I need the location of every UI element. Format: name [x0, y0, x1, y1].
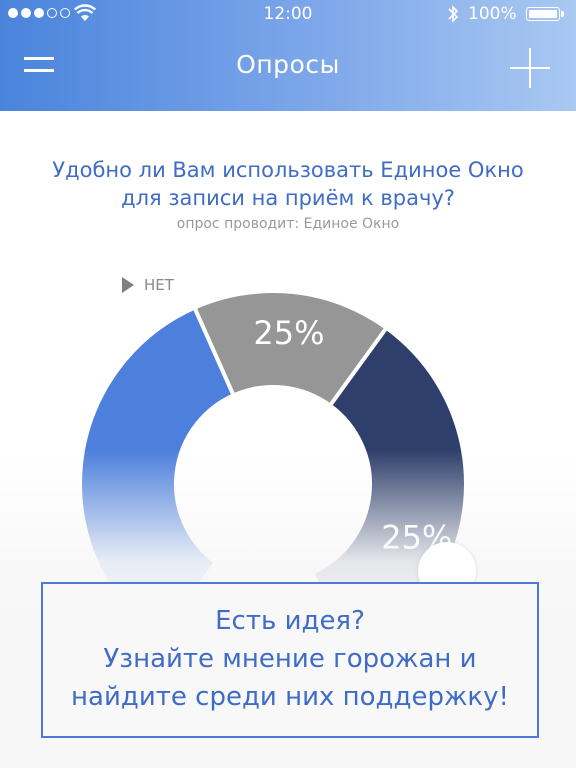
poll-question: Удобно ли Вам использовать Единое Окно д… [20, 156, 556, 212]
idea-banner[interactable]: Есть идея? Узнайте мнение горожан и найд… [41, 582, 539, 738]
idea-line1: Есть идея? [215, 606, 365, 636]
idea-line2: Узнайте мнение горожан и [103, 644, 477, 674]
header-bar: 12:00 100% Опросы [0, 0, 576, 111]
poll-question-line2: для записи на приём к врачу? [121, 186, 455, 210]
bluetooth-icon [448, 5, 459, 23]
plus-icon[interactable] [510, 48, 550, 88]
battery-percent: 100% [468, 4, 517, 24]
battery-icon [526, 7, 564, 21]
page-title: Опросы [236, 50, 340, 79]
poll-question-line1: Удобно ли Вам использовать Единое Окно [52, 158, 524, 182]
idea-line3: найдите среди них поддержку! [71, 682, 509, 712]
slice-label: 25% [253, 314, 324, 352]
poll-conductor: опрос проводит: Единое Окно [176, 216, 400, 232]
status-bar: 12:00 100% [0, 0, 576, 28]
